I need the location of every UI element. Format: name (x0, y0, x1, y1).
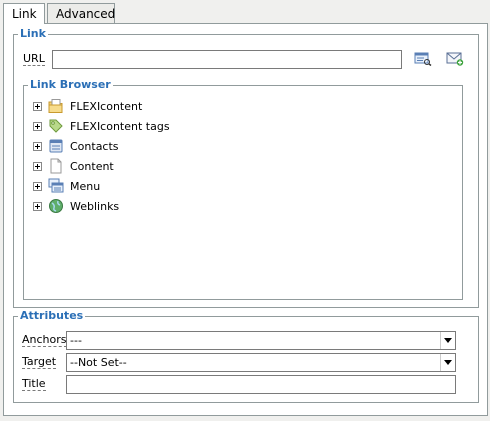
expand-icon[interactable] (33, 182, 42, 191)
title-input[interactable] (66, 375, 456, 394)
link-legend: Link (18, 27, 48, 41)
chevron-down-icon (440, 354, 455, 371)
anchors-select[interactable]: --- (66, 331, 456, 350)
tree-item-weblinks[interactable]: Weblinks (33, 198, 233, 216)
tree-item-label: FLEXIcontent (70, 100, 143, 113)
browse-icon[interactable] (414, 52, 432, 67)
expand-icon[interactable] (33, 142, 42, 151)
menu-icon (48, 178, 64, 194)
expand-icon[interactable] (33, 162, 42, 171)
link-fieldset: Link URL Link Browser FLEXIcontent FLEXI… (13, 27, 479, 308)
expand-icon[interactable] (33, 122, 42, 131)
expand-icon[interactable] (33, 202, 42, 211)
chevron-down-icon (440, 332, 455, 349)
attributes-fieldset: Attributes Anchors --- Target --Not Set-… (13, 309, 479, 403)
target-select-value: --Not Set-- (70, 356, 127, 369)
tree-item-menu[interactable]: Menu (33, 178, 233, 196)
url-label: URL (23, 52, 45, 66)
tree-item-content[interactable]: Content (33, 158, 233, 176)
target-label: Target (22, 355, 57, 369)
anchors-label: Anchors (22, 333, 67, 347)
tab-link[interactable]: Link (3, 3, 45, 24)
globe-icon (48, 198, 64, 214)
tab-advanced[interactable]: Advanced (47, 3, 115, 23)
tree-item-label: Content (70, 160, 114, 173)
expand-icon[interactable] (33, 102, 42, 111)
contacts-icon (48, 138, 64, 154)
link-browser-legend: Link Browser (28, 78, 113, 92)
target-select[interactable]: --Not Set-- (66, 353, 456, 372)
attributes-legend: Attributes (18, 309, 86, 323)
tree-item-label: FLEXIcontent tags (70, 120, 170, 133)
tag-icon (48, 118, 64, 134)
document-icon (48, 158, 64, 174)
tree-item-flexicontent[interactable]: FLEXIcontent (33, 98, 233, 116)
folder-icon (48, 98, 64, 114)
tab-panel: Link URL Link Browser FLEXIcontent FLEXI… (3, 23, 488, 416)
link-browser: Link Browser FLEXIcontent FLEXIcontent t… (23, 78, 463, 300)
tree-item-label: Menu (70, 180, 101, 193)
email-icon[interactable] (446, 52, 464, 66)
tree-item-flexicontent-tags[interactable]: FLEXIcontent tags (33, 118, 233, 136)
anchors-select-value: --- (70, 334, 82, 347)
tree-item-label: Weblinks (70, 200, 120, 213)
title-label: Title (22, 377, 46, 391)
tree-item-label: Contacts (70, 140, 119, 153)
tree-item-contacts[interactable]: Contacts (33, 138, 233, 156)
url-input[interactable] (52, 50, 402, 69)
